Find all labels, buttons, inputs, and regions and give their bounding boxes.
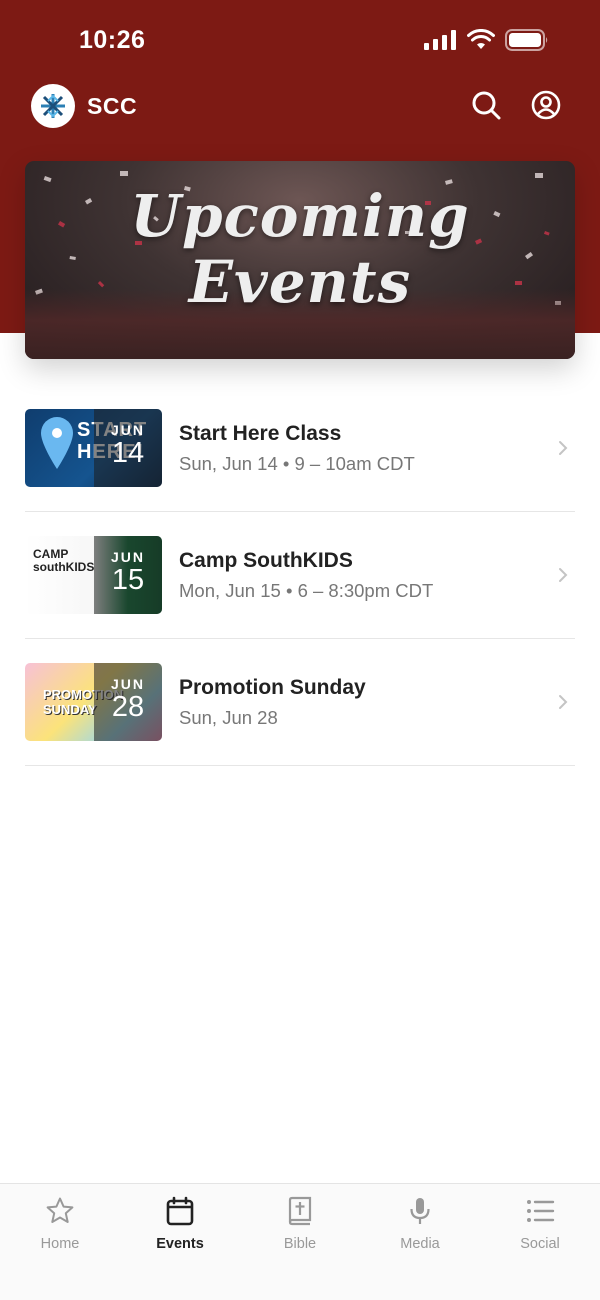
wifi-icon: [467, 29, 495, 49]
banner-title: Upcoming Events: [25, 183, 575, 315]
app-header: SCC: [0, 80, 600, 134]
battery-icon: [505, 29, 548, 51]
date-overlay: JUN 14: [94, 409, 162, 487]
signal-icon: [424, 30, 456, 50]
status-bar: 10:26: [0, 0, 600, 80]
date-month: JUN: [110, 676, 145, 692]
event-title: Promotion Sunday: [179, 676, 366, 699]
location-pin-icon: [41, 417, 73, 469]
date-overlay: JUN 15: [94, 536, 162, 614]
tab-bible[interactable]: Bible: [240, 1184, 360, 1264]
tab-label: Home: [40, 1236, 80, 1252]
banner-title-line1: Upcoming: [130, 182, 470, 250]
banner-title-line2: Events: [188, 248, 412, 316]
tab-label: Events: [156, 1236, 204, 1252]
date-day: 14: [111, 437, 145, 469]
profile-button[interactable]: [529, 88, 563, 122]
event-thumbnail: PROMOTION SUNDAY JUN 28: [25, 663, 162, 741]
microphone-icon: [410, 1198, 430, 1224]
chevron-right-icon: [559, 695, 568, 709]
event-meta: Mon, Jun 15 • 6 – 8:30pm CDT: [179, 580, 434, 601]
status-time: 10:26: [79, 26, 146, 54]
tab-media[interactable]: Media: [360, 1184, 480, 1264]
event-title: Camp SouthKIDS: [179, 549, 353, 572]
tab-events[interactable]: Events: [120, 1184, 240, 1264]
tab-bar: Home Events Bible Media Social: [0, 1183, 600, 1300]
account-icon: [531, 90, 561, 120]
event-item-camp-southkids[interactable]: CAMP southKIDS JUN 15 Camp SouthKIDS Mon…: [25, 512, 575, 639]
event-meta: Sun, Jun 14 • 9 – 10am CDT: [179, 453, 415, 474]
calendar-icon: [166, 1196, 194, 1226]
bible-icon: [288, 1196, 312, 1226]
tab-label: Media: [400, 1236, 440, 1252]
upcoming-events-banner: Upcoming Events: [25, 161, 575, 359]
event-item-start-here-class[interactable]: START HERE! JUN 14 Start Here Class Sun,…: [25, 385, 575, 512]
church-logo[interactable]: [31, 84, 75, 128]
star-icon: [46, 1197, 74, 1223]
tab-home[interactable]: Home: [0, 1184, 120, 1264]
event-thumbnail: START HERE! JUN 14: [25, 409, 162, 487]
event-title: Start Here Class: [179, 422, 342, 445]
app-title: SCC: [87, 93, 138, 119]
chevron-right-icon: [559, 568, 568, 582]
tab-label: Social: [520, 1236, 560, 1252]
event-thumbnail: CAMP southKIDS JUN 15: [25, 536, 162, 614]
event-meta: Sun, Jun 28: [179, 707, 278, 728]
tab-social[interactable]: Social: [480, 1184, 600, 1264]
events-list: START HERE! JUN 14 Start Here Class Sun,…: [25, 385, 575, 766]
status-icons: [424, 29, 549, 51]
date-day: 15: [111, 564, 145, 596]
date-overlay: JUN 28: [94, 663, 162, 741]
date-day: 28: [111, 691, 145, 723]
date-month: JUN: [110, 422, 145, 438]
thumbnail-text: CAMP southKIDS: [33, 547, 95, 574]
tab-label: Bible: [283, 1236, 317, 1252]
search-icon: [472, 91, 501, 120]
date-month: JUN: [110, 549, 145, 565]
list-icon: [527, 1200, 555, 1222]
event-item-promotion-sunday[interactable]: PROMOTION SUNDAY JUN 28 Promotion Sunday…: [25, 639, 575, 766]
logo-icon: [41, 94, 65, 118]
chevron-right-icon: [559, 441, 568, 455]
search-button[interactable]: [469, 88, 503, 122]
